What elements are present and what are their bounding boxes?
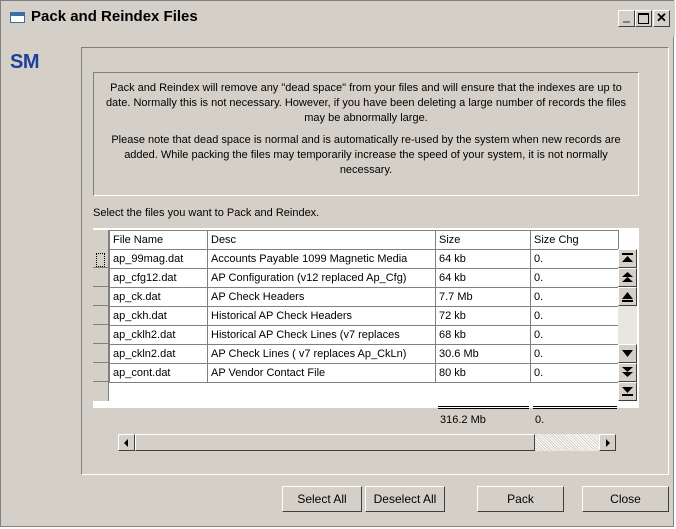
page-up-icon xyxy=(622,272,633,282)
cell-size-chg[interactable]: 0. xyxy=(530,268,619,288)
cell-size[interactable]: 64 kb xyxy=(435,268,531,288)
table-row[interactable]: ap_ckh.dat Historical AP Check Headers 7… xyxy=(109,306,619,326)
table-row[interactable]: ap_cklh2.dat Historical AP Check Lines (… xyxy=(109,325,619,345)
row-selector[interactable] xyxy=(93,344,109,363)
cell-size-chg[interactable]: 0. xyxy=(530,287,619,307)
cell-desc[interactable]: AP Check Lines ( v7 replaces Ap_CkLn) xyxy=(207,344,436,364)
cell-desc[interactable]: Accounts Payable 1099 Magnetic Media xyxy=(207,249,436,269)
table-row[interactable]: ap_ckln2.dat AP Check Lines ( v7 replace… xyxy=(109,344,619,364)
grid-header-row: File Name Desc Size Size Chg xyxy=(109,230,619,250)
total-size-chg: 0. xyxy=(535,414,545,426)
page-up-button[interactable] xyxy=(618,268,637,287)
scroll-top-icon xyxy=(622,253,633,262)
info-box: Pack and Reindex will remove any "dead s… xyxy=(93,72,639,196)
arrow-down-icon xyxy=(622,350,633,357)
cell-desc[interactable]: AP Configuration (v12 replaced Ap_Cfg) xyxy=(207,268,436,288)
row-selector[interactable] xyxy=(93,306,109,325)
cell-size[interactable]: 80 kb xyxy=(435,363,531,383)
cell-size-chg[interactable]: 0. xyxy=(530,249,619,269)
arrow-up-icon xyxy=(622,292,633,302)
page-down-button[interactable] xyxy=(618,363,637,382)
cell-desc[interactable]: Historical AP Check Lines (v7 replaces xyxy=(207,325,436,345)
window-title: Pack and Reindex Files xyxy=(31,8,198,25)
file-grid: File Name Desc Size Size Chg ap_99mag.da… xyxy=(109,230,619,383)
page-down-icon xyxy=(622,367,633,377)
table-row[interactable]: ap_99mag.dat Accounts Payable 1099 Magne… xyxy=(109,249,619,269)
total-size: 316.2 Mb xyxy=(440,414,486,426)
table-row[interactable]: ap_cont.dat AP Vendor Contact File 80 kb… xyxy=(109,363,619,383)
close-window-button[interactable]: ✕ xyxy=(653,10,670,27)
column-header-size-chg[interactable]: Size Chg xyxy=(530,230,619,250)
cell-file-name[interactable]: ap_cont.dat xyxy=(109,363,208,383)
deselect-all-button[interactable]: Deselect All xyxy=(365,486,445,512)
scroll-bottom-button[interactable] xyxy=(618,382,637,401)
cell-desc[interactable]: AP Vendor Contact File xyxy=(207,363,436,383)
cell-file-name[interactable]: ap_cklh2.dat xyxy=(109,325,208,345)
pack-reindex-dialog: Pack and Reindex Files ✕ SM Pack and Rei… xyxy=(0,0,675,527)
cell-size[interactable]: 7.7 Mb xyxy=(435,287,531,307)
column-header-size[interactable]: Size xyxy=(435,230,531,250)
horizontal-scroll-thumb[interactable] xyxy=(135,434,535,451)
cell-size[interactable]: 64 kb xyxy=(435,249,531,269)
pack-button[interactable]: Pack xyxy=(477,486,564,512)
info-paragraph-1: Pack and Reindex will remove any "dead s… xyxy=(105,82,627,124)
line-up-button[interactable] xyxy=(618,287,637,306)
cell-desc[interactable]: AP Check Headers xyxy=(207,287,436,307)
cell-size[interactable]: 68 kb xyxy=(435,325,531,345)
cell-size-chg[interactable]: 0. xyxy=(530,344,619,364)
scroll-track[interactable] xyxy=(618,306,637,344)
select-files-label: Select the files you want to Pack and Re… xyxy=(93,207,320,219)
line-down-button[interactable] xyxy=(618,344,637,363)
arrow-left-icon xyxy=(124,439,128,447)
window-icon xyxy=(10,12,25,23)
scroll-left-button[interactable] xyxy=(118,434,135,451)
app-logo: SM xyxy=(10,51,40,73)
scroll-right-button[interactable] xyxy=(599,434,616,451)
cell-file-name[interactable]: ap_99mag.dat xyxy=(109,249,208,269)
close-button[interactable]: Close xyxy=(582,486,669,512)
select-all-button[interactable]: Select All xyxy=(282,486,362,512)
close-icon: ✕ xyxy=(656,10,667,25)
scroll-top-button[interactable] xyxy=(618,249,637,268)
current-row-indicator xyxy=(96,253,105,267)
table-row[interactable]: ap_cfg12.dat AP Configuration (v12 repla… xyxy=(109,268,619,288)
total-size-separator xyxy=(438,406,529,409)
horizontal-scroll-track[interactable] xyxy=(535,434,601,451)
arrow-right-icon xyxy=(606,439,610,447)
title-bar[interactable]: Pack and Reindex Files ✕ xyxy=(1,1,675,37)
cell-file-name[interactable]: ap_ckh.dat xyxy=(109,306,208,326)
horizontal-scrollbar[interactable] xyxy=(117,433,617,452)
cell-size-chg[interactable]: 0. xyxy=(530,363,619,383)
info-paragraph-2: Please note that dead space is normal an… xyxy=(111,134,621,176)
cell-size-chg[interactable]: 0. xyxy=(530,306,619,326)
cell-size[interactable]: 30.6 Mb xyxy=(435,344,531,364)
cell-file-name[interactable]: ap_ckln2.dat xyxy=(109,344,208,364)
minimize-icon xyxy=(623,21,630,23)
column-header-desc[interactable]: Desc xyxy=(207,230,436,250)
row-selector[interactable] xyxy=(93,287,109,306)
cell-size-chg[interactable]: 0. xyxy=(530,325,619,345)
scroll-bottom-icon xyxy=(622,387,633,396)
minimize-button[interactable] xyxy=(618,10,635,27)
maximize-icon xyxy=(638,13,649,24)
table-row[interactable]: ap_ck.dat AP Check Headers 7.7 Mb 0. xyxy=(109,287,619,307)
maximize-button[interactable] xyxy=(635,10,652,27)
column-header-file-name[interactable]: File Name xyxy=(109,230,208,250)
cell-size[interactable]: 72 kb xyxy=(435,306,531,326)
row-selector[interactable] xyxy=(93,268,109,287)
row-selector[interactable] xyxy=(93,363,109,382)
cell-file-name[interactable]: ap_ck.dat xyxy=(109,287,208,307)
row-selector[interactable] xyxy=(93,325,109,344)
cell-desc[interactable]: Historical AP Check Headers xyxy=(207,306,436,326)
cell-file-name[interactable]: ap_cfg12.dat xyxy=(109,268,208,288)
total-size-chg-separator xyxy=(533,406,617,409)
